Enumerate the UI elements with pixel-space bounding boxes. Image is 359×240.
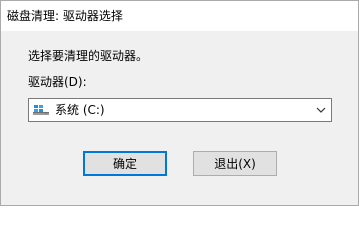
window-title: 磁盘清理: 驱动器选择 <box>7 9 123 23</box>
title-bar[interactable]: 磁盘清理: 驱动器选择 <box>1 1 358 31</box>
drive-label: 驱动器(D): <box>28 75 87 89</box>
drive-icon <box>33 105 49 115</box>
disk-cleanup-drive-selection-dialog: 磁盘清理: 驱动器选择 选择要清理的驱动器。 驱动器(D): 系统 (C:) 确… <box>0 0 359 206</box>
exit-button[interactable]: 退出(X) <box>193 151 277 176</box>
chevron-down-icon[interactable] <box>316 107 326 114</box>
ok-button[interactable]: 确定 <box>83 151 167 176</box>
instruction-text: 选择要清理的驱动器。 <box>28 49 149 63</box>
drive-select[interactable]: 系统 (C:) <box>28 98 332 122</box>
drive-select-value: 系统 (C:) <box>55 103 105 117</box>
